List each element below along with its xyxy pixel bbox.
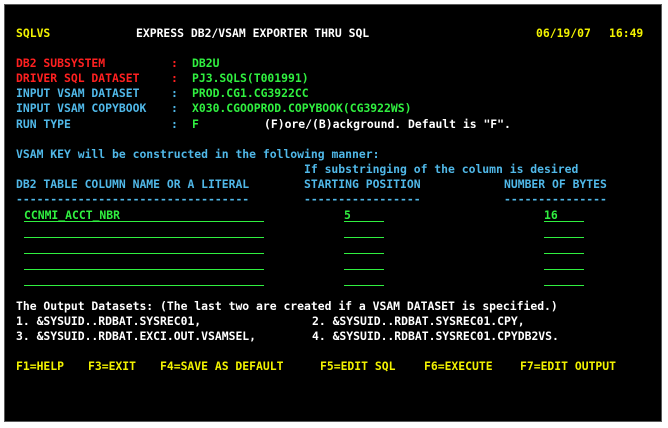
starting-position-header: STARTING POSITION (304, 177, 421, 191)
key-row-4-column-field[interactable] (24, 256, 264, 270)
header-time: 16:49 (609, 26, 644, 40)
starting-position-underline: ----------------- (304, 192, 421, 206)
key-row-2-start-field[interactable] (344, 224, 384, 238)
label-run-type: RUN TYPE (16, 117, 140, 131)
output-dataset-4: 4. &SYSUID..RDBAT.SYSREC01.CPYDB2VS. (312, 329, 559, 343)
key-row-1-start-field[interactable]: 5 (344, 208, 384, 222)
sep-input-vsam-dataset: : (171, 86, 178, 100)
vsam-key-intro: VSAM KEY will be constructed in the foll… (16, 147, 380, 161)
column-name-header: DB2 TABLE COLUMN NAME OR A LITERAL (16, 177, 250, 191)
pf-key-exit[interactable]: F3=EXIT (88, 359, 136, 373)
input-vsam-copybook-field[interactable]: X030.CGOOPROD.COPYBOOK(CG3922WS) (192, 101, 411, 115)
pf-key-save-as-default[interactable]: F4=SAVE AS DEFAULT (160, 359, 283, 373)
driver-sql-dataset-field[interactable]: PJ3.SQLS(T001991) (192, 71, 309, 85)
substring-note: If substringing of the column is desired (304, 162, 579, 176)
screen-id: SQLVS (16, 26, 51, 40)
output-datasets-intro: The Output Datasets: (The last two are c… (16, 299, 558, 313)
key-row-3-start-field[interactable] (344, 240, 384, 254)
pf-key-edit-output[interactable]: F7=EDIT OUTPUT (520, 359, 616, 373)
pf-key-execute[interactable]: F6=EXECUTE (424, 359, 493, 373)
number-of-bytes-header: NUMBER OF BYTES (504, 177, 607, 191)
page: SQLVS EXPRESS DB2/VSAM EXPORTER THRU SQL… (0, 0, 668, 428)
output-dataset-1: 1. &SYSUID..RDBAT.SYSREC01, (16, 314, 202, 328)
pf-key-help[interactable]: F1=HELP (16, 359, 64, 373)
output-dataset-3: 3. &SYSUID..RDBAT.EXCI.OUT.VSAMSEL, (16, 329, 257, 343)
key-row-1-column-field[interactable]: CCNMI_ACCT_NBR (24, 208, 264, 222)
label-driver-sql-dataset: DRIVER SQL DATASET (16, 71, 140, 85)
sep-input-vsam-copybook: : (171, 101, 178, 115)
key-row-2-column-field[interactable] (24, 224, 264, 238)
run-type-hint: (F)ore/(B)ackground. Default is "F". (264, 117, 511, 131)
key-row-3-column-field[interactable] (24, 240, 264, 254)
key-row-5-start-field[interactable] (344, 272, 384, 286)
label-db2-subsystem: DB2 SUBSYSTEM (16, 56, 140, 70)
output-dataset-2: 2. &SYSUID..RDBAT.SYSREC01.CPY, (312, 314, 525, 328)
key-row-4-start-field[interactable] (344, 256, 384, 270)
pf-key-edit-sql[interactable]: F5=EDIT SQL (320, 359, 395, 373)
db2-subsystem-field[interactable]: DB2U (192, 56, 219, 70)
sep-run-type: : (171, 117, 178, 131)
run-type-field[interactable]: F (192, 117, 199, 131)
column-name-underline: ---------------------------------- (16, 192, 250, 206)
input-vsam-dataset-field[interactable]: PROD.CG1.CG3922CC (192, 86, 309, 100)
key-row-5-bytes-field[interactable] (544, 272, 584, 286)
label-input-vsam-dataset: INPUT VSAM DATASET (16, 86, 140, 100)
number-of-bytes-underline: --------------- (504, 192, 607, 206)
key-row-5-column-field[interactable] (24, 272, 264, 286)
sep-driver-sql-dataset: : (171, 71, 178, 85)
screen-title: EXPRESS DB2/VSAM EXPORTER THRU SQL (136, 26, 370, 40)
key-row-1-bytes-field[interactable]: 16 (544, 208, 584, 222)
key-row-4-bytes-field[interactable] (544, 256, 584, 270)
header-date: 06/19/07 (536, 26, 591, 40)
label-input-vsam-copybook: INPUT VSAM COPYBOOK (16, 101, 147, 115)
key-row-2-bytes-field[interactable] (544, 224, 584, 238)
key-row-3-bytes-field[interactable] (544, 240, 584, 254)
sep-db2-subsystem: : (171, 56, 178, 70)
terminal-screen: SQLVS EXPRESS DB2/VSAM EXPORTER THRU SQL… (4, 4, 662, 422)
